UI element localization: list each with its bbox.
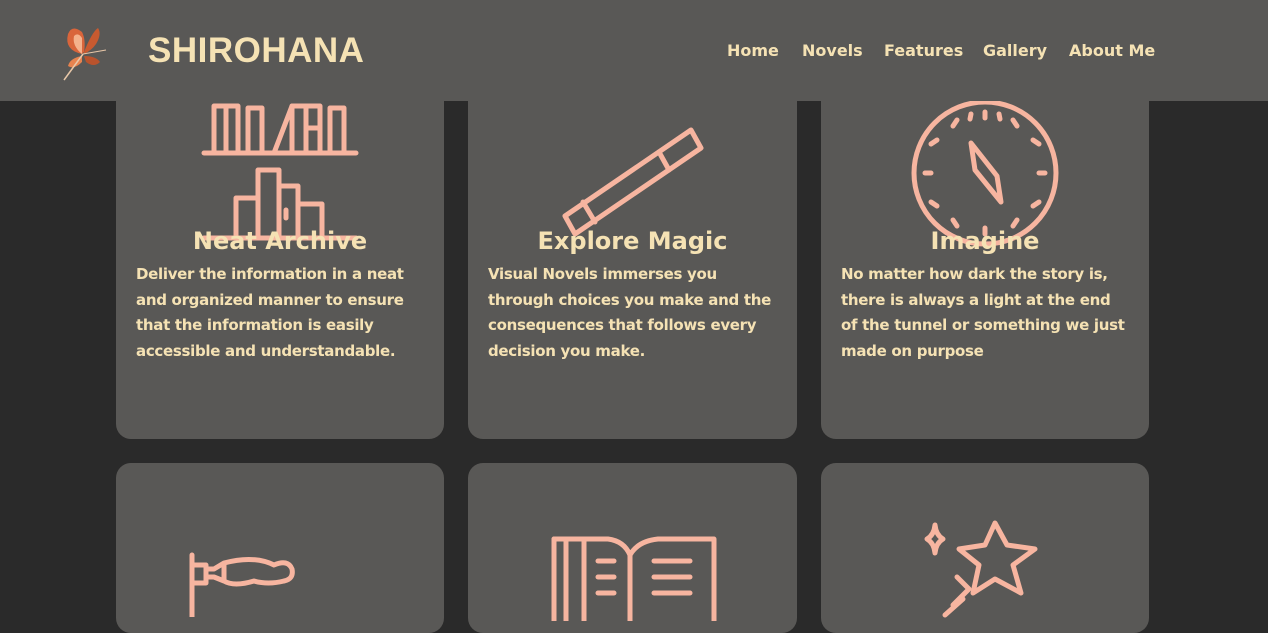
- feature-title: Explore Magic: [537, 227, 728, 255]
- stars-icon: [924, 520, 1038, 618]
- site-header: SHIROHANA Home Novels Features Gallery A…: [0, 0, 1268, 101]
- nav-novels[interactable]: Novels: [802, 38, 863, 64]
- feature-card-neat-archive: Neat Archive Deliver the information in …: [116, 68, 444, 439]
- feature-card-imagine: Imagine No matter how dark the story is,…: [821, 68, 1149, 439]
- archive-books-icon: [201, 103, 359, 241]
- paintbrush-icon: [189, 552, 295, 617]
- nav-about-me[interactable]: About Me: [1069, 38, 1155, 64]
- feature-description: Visual Novels immerses you through choic…: [488, 265, 771, 360]
- main-nav: Home Novels Features Gallery About Me: [0, 38, 1268, 64]
- open-book-icon: [551, 536, 717, 621]
- feature-card-paintbrush: [116, 463, 444, 633]
- nav-home[interactable]: Home: [727, 38, 779, 64]
- feature-title: Neat Archive: [192, 227, 368, 255]
- feature-card-stars: [821, 463, 1149, 633]
- feature-description: Deliver the information in a neat and or…: [136, 265, 404, 360]
- nav-gallery[interactable]: Gallery: [983, 38, 1047, 64]
- feature-card-open-book: [468, 463, 797, 633]
- nav-features[interactable]: Features: [884, 38, 963, 64]
- feature-title: Imagine: [930, 227, 1040, 255]
- feature-description: No matter how dark the story is, there i…: [841, 265, 1125, 360]
- feature-card-explore-magic: Explore Magic Visual Novels immerses you…: [468, 68, 797, 439]
